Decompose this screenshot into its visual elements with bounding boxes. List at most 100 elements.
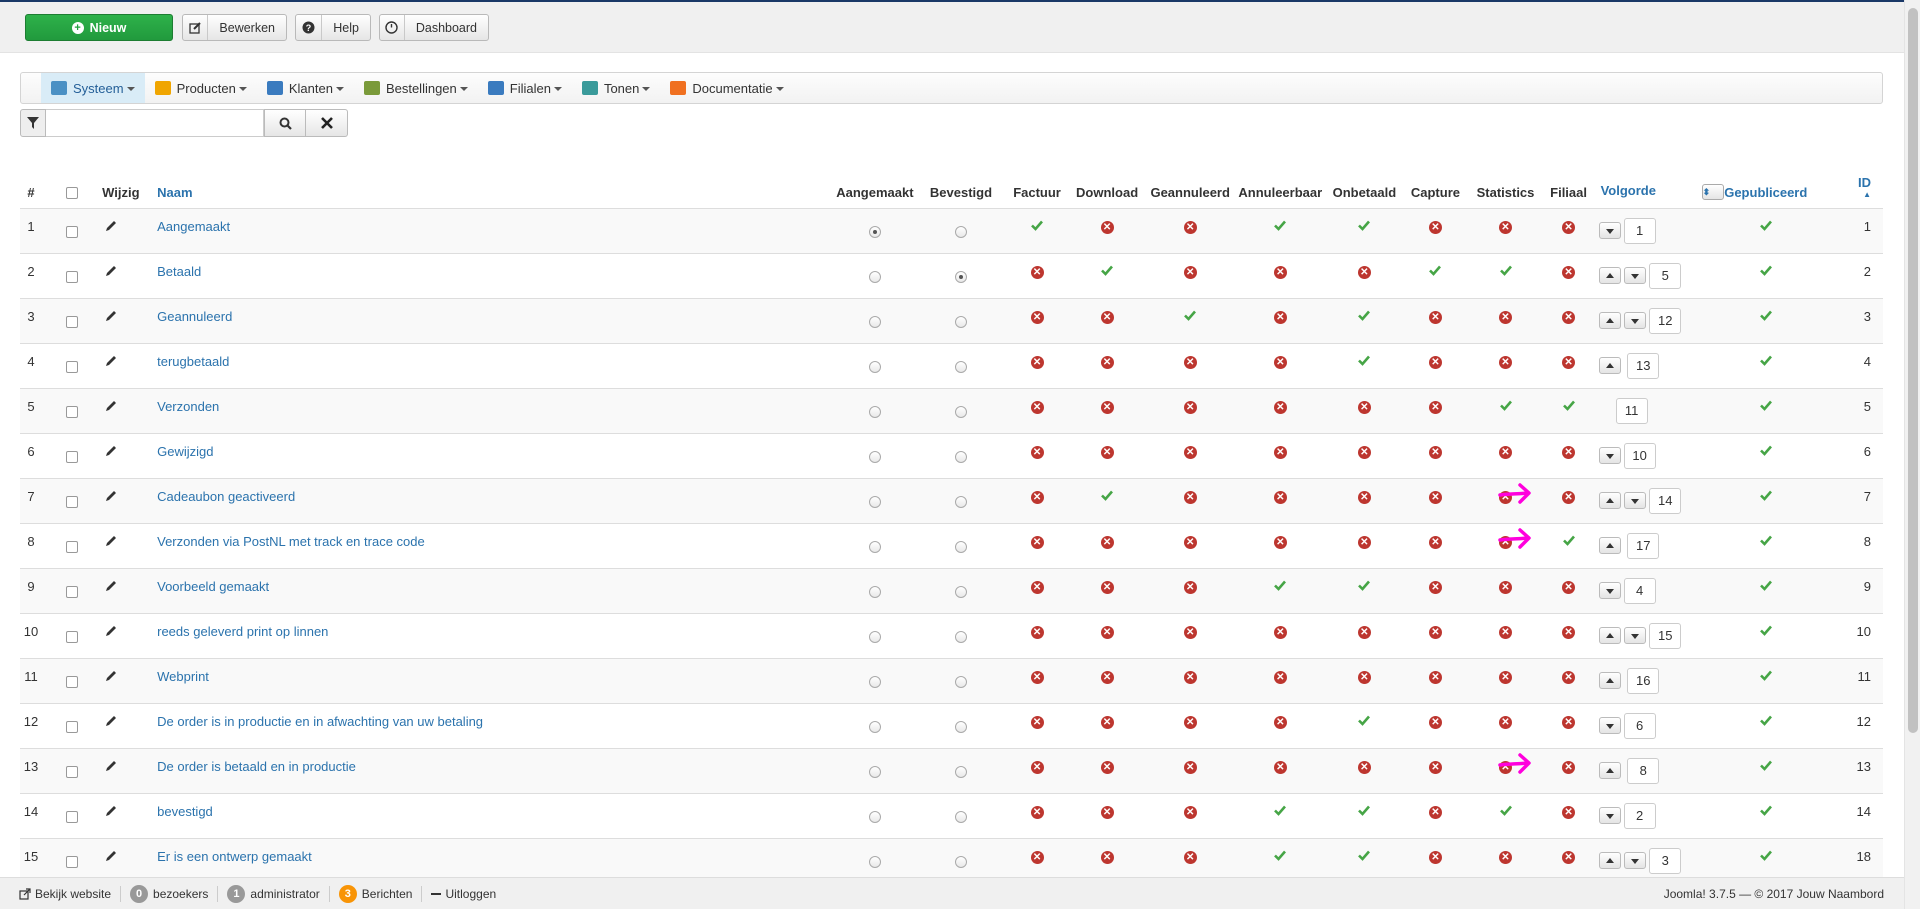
row-checkbox[interactable] [66,450,79,463]
default-created-radio[interactable] [868,225,881,238]
row-checkbox[interactable] [66,720,79,733]
default-created-radio[interactable] [868,765,881,778]
col-id[interactable]: ID ▲ [1822,162,1883,209]
row-checkbox[interactable] [66,315,79,328]
cross-circle-icon[interactable]: ✕ [1562,760,1576,774]
order-input[interactable]: 1 [1623,217,1656,244]
default-confirmed-radio[interactable] [954,630,967,643]
cross-circle-icon[interactable]: ✕ [1030,535,1044,549]
default-confirmed-radio[interactable] [954,675,967,688]
published-check-icon[interactable] [1759,760,1773,775]
cross-circle-icon[interactable]: ✕ [1183,265,1197,279]
default-confirmed-radio[interactable] [954,495,967,508]
pencil-icon[interactable] [104,804,118,818]
order-input[interactable]: 8 [1627,757,1660,784]
cross-circle-icon[interactable]: ✕ [1100,535,1114,549]
check-icon[interactable] [1357,715,1371,730]
check-icon[interactable] [1562,535,1576,550]
cross-circle-icon[interactable]: ✕ [1100,760,1114,774]
menu-item-bestellingen[interactable]: Bestellingen [354,73,478,103]
cross-circle-icon[interactable]: ✕ [1030,445,1044,459]
check-icon[interactable] [1357,220,1371,235]
cross-circle-icon[interactable]: ✕ [1357,670,1371,684]
published-check-icon[interactable] [1759,625,1773,640]
cross-circle-icon[interactable]: ✕ [1100,220,1114,234]
col-order[interactable]: Volgorde ⬍ [1592,162,1724,209]
row-checkbox[interactable] [66,630,79,643]
cross-circle-icon[interactable]: ✕ [1357,625,1371,639]
published-check-icon[interactable] [1759,355,1773,370]
cross-circle-icon[interactable]: ✕ [1100,400,1114,414]
cross-circle-icon[interactable]: ✕ [1183,445,1197,459]
order-input[interactable]: 2 [1623,802,1656,829]
menu-item-tonen[interactable]: Tonen [572,73,660,103]
default-confirmed-radio[interactable] [954,450,967,463]
cross-circle-icon[interactable]: ✕ [1562,805,1576,819]
move-up-button[interactable] [1598,627,1621,644]
cross-circle-icon[interactable]: ✕ [1499,355,1512,369]
cross-circle-icon[interactable]: ✕ [1273,625,1287,639]
move-down-button[interactable] [1624,267,1647,284]
cross-circle-icon[interactable]: ✕ [1183,535,1197,549]
move-up-button[interactable] [1598,492,1621,509]
cross-circle-icon[interactable]: ✕ [1030,715,1044,729]
move-down-button[interactable] [1598,222,1621,239]
menu-item-producten[interactable]: Producten [145,73,257,103]
default-confirmed-radio[interactable] [954,225,967,238]
row-checkbox[interactable] [66,675,79,688]
cross-circle-icon[interactable]: ✕ [1273,400,1287,414]
pencil-icon[interactable] [104,534,118,548]
published-check-icon[interactable] [1759,805,1773,820]
cross-circle-icon[interactable]: ✕ [1100,715,1114,729]
status-name-link[interactable]: Verzonden via PostNL met track en trace … [157,522,832,568]
default-confirmed-radio[interactable] [954,315,967,328]
published-check-icon[interactable] [1759,715,1773,730]
row-checkbox[interactable] [66,585,79,598]
move-up-button[interactable] [1598,672,1621,689]
cross-circle-icon[interactable]: ✕ [1499,715,1512,729]
check-icon[interactable] [1273,850,1287,865]
cross-circle-icon[interactable]: ✕ [1273,310,1287,324]
default-created-radio[interactable] [868,495,881,508]
row-checkbox[interactable] [66,225,79,238]
check-icon[interactable] [1499,400,1513,415]
col-name[interactable]: Naam [157,162,832,209]
default-created-radio[interactable] [868,855,881,868]
cross-circle-icon[interactable]: ✕ [1428,445,1442,459]
check-icon[interactable] [1100,490,1114,505]
default-confirmed-radio[interactable] [954,855,967,868]
order-input[interactable]: 14 [1649,487,1682,514]
scrollbar-thumb[interactable] [1908,8,1918,733]
pencil-icon[interactable] [104,849,118,863]
cross-circle-icon[interactable]: ✕ [1273,445,1287,459]
cross-circle-icon[interactable]: ✕ [1428,760,1442,774]
move-up-button[interactable] [1598,312,1621,329]
logout-link[interactable]: Uitloggen [422,886,505,902]
cross-circle-icon[interactable]: ✕ [1273,490,1287,504]
default-confirmed-radio[interactable] [954,540,967,553]
default-created-radio[interactable] [868,315,881,328]
default-created-radio[interactable] [868,675,881,688]
cross-circle-icon[interactable]: ✕ [1428,805,1442,819]
cross-circle-icon[interactable]: ✕ [1428,625,1442,639]
status-name-link[interactable]: Geannuleerd [157,297,832,343]
row-checkbox[interactable] [66,270,79,283]
cross-circle-icon[interactable]: ✕ [1428,220,1442,234]
check-icon[interactable] [1273,220,1287,235]
cross-circle-icon[interactable]: ✕ [1183,220,1197,234]
col-published[interactable]: Gepubliceerd [1708,162,1823,209]
cross-circle-icon[interactable]: ✕ [1183,715,1197,729]
default-created-radio[interactable] [868,630,881,643]
pencil-icon[interactable] [104,354,118,368]
check-icon[interactable] [1357,805,1371,820]
check-icon[interactable] [1183,310,1197,325]
cross-circle-icon[interactable]: ✕ [1030,850,1044,864]
cross-circle-icon[interactable]: ✕ [1562,445,1576,459]
published-check-icon[interactable] [1759,490,1773,505]
move-down-button[interactable] [1598,447,1621,464]
check-icon[interactable] [1499,265,1513,280]
published-check-icon[interactable] [1759,265,1773,280]
row-checkbox[interactable] [66,360,79,373]
move-down-button[interactable] [1624,492,1647,509]
cross-circle-icon[interactable]: ✕ [1499,580,1512,594]
